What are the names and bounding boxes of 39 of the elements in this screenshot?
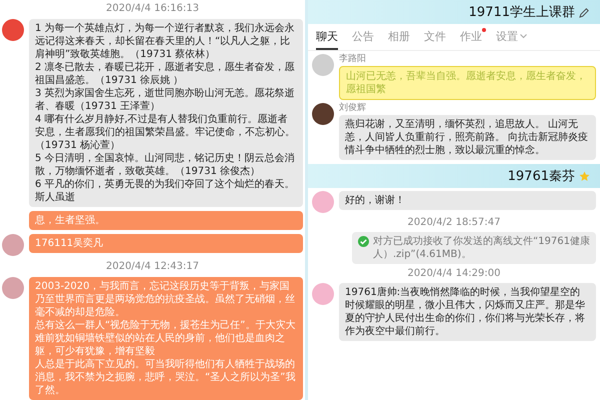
avatar <box>312 283 334 305</box>
message-text: 总有这么一群人“视危险于无物，援苍生为己任”。于大灾大难前犹如铜墙铁壁似的站在人民的身前，他们也是血肉之躯，可少有犹豫，增有坚毅 <box>35 319 296 358</box>
sender-name: 刘俊辉 <box>339 103 367 114</box>
sender-name: 李路阳 <box>339 54 367 65</box>
timestamp: 2020/4/4 16:16:13 <box>104 2 200 15</box>
check-icon <box>358 236 369 247</box>
message-text: 好的，谢谢！ <box>345 194 406 207</box>
avatar <box>2 19 24 41</box>
message-text: 3 英烈为家国舍生忘死，逝世同胞亦盼山河无恙。愿花祭逝者、春暖（19731 王泽萱） <box>35 87 296 113</box>
message-text: 燕归花谢，又至清明，缅怀英烈，追思故人。 山河无恙，人间皆人负重前行，照亮前路。 向抗击新冠肺炎疫情斗争中牺牲的烈士胞，致以最沉重的悼念。 <box>345 118 590 157</box>
avatar <box>2 277 24 299</box>
chat-tab[interactable]: 聊天 <box>316 26 338 50</box>
avatar <box>312 191 334 213</box>
chat-tab[interactable]: 相册 <box>388 26 410 50</box>
timestamp: 2020/4/2 18:57:47 <box>406 216 502 229</box>
message-text: 山河已无恙，吾辈当自强。愿逝者安息，愿生者奋发，愿祖国繁 <box>346 70 587 96</box>
chat-tab[interactable]: 公告 <box>352 26 374 50</box>
notice-text: 对方已成功接收了你发送的离线文件“19761健康人）.zip”(4.61MB)。 <box>373 235 590 261</box>
message-text: 4 哪有什么岁月静好,不过是有人替我们负重前行。愿逝者安息，生者愿我们的祖国繁荣昌盛。牢记使命，不忘初心。（19731 杨沁萱） <box>35 113 296 152</box>
message-text: 2 凛冬已散去，春暖已花开，愿逝者安息，愿生者奋发，愿祖国昌盛恙。（19731 徐辰姚 ） <box>35 61 296 87</box>
message-text: 5 今日清明，全国哀悼。山河同悲，铭记历史！阴云总会消散，万物缅怀逝者，致敬英雄。（19731 徐俊杰） <box>35 152 296 178</box>
chat-tab[interactable]: 设置 <box>496 26 527 50</box>
timestamp: 2020/4/4 12:43:17 <box>104 260 200 273</box>
chat-title: 19711学生上课群 <box>468 4 575 21</box>
timestamp: 2020/4/4 14:29:00 <box>406 267 502 280</box>
avatar <box>2 234 24 256</box>
message-text: 1 为每一个英雄点灯，为每一个逆行者默哀，我们永远会永远记得这来春天，却长留在春天里的人！“以凡人之躯，比肩神明”致敬英雄胞。（19731 蔡依林） <box>35 22 296 61</box>
message-text: 176111吴奕凡 <box>35 237 104 250</box>
message-text: 息，生者坚强。 <box>35 214 106 227</box>
edit-icon[interactable] <box>579 6 590 18</box>
chat-title: 19761秦芬 <box>508 168 575 185</box>
avatar <box>312 54 334 76</box>
message-text: 6 平凡的你们，英勇无畏的为我们夺回了这个灿烂的春天。斯人虽逝 <box>35 178 296 204</box>
chat-tab[interactable]: 文件 <box>424 26 446 50</box>
message-text: 2003-2020，与我而言，忘记这段历史等于背叛，与家国乃至世界而言更是两场觉危的抗疫圣战。虽然了无硝烟，丝毫不减的却是危险。 <box>35 280 296 319</box>
chat-tab[interactable]: 作业 <box>460 26 482 50</box>
message-text: 人总是于此高下立见的。可当我听得他们有人牺牲于战场的消息，我不禁为之扼腕，悲呼，哭泣。“圣人之所以为圣”我了然。 <box>35 358 296 397</box>
avatar <box>312 103 334 125</box>
message-text: 19761唐帅:当夜晚悄然降临的时候，当我仰望星空的时候耀眼的明星，微小且伟大，闪烁而又庄严。那是华夏的守护人民付出生命的你们，你们将与光荣长存，将作为夜空中最们前行。 <box>345 286 586 338</box>
